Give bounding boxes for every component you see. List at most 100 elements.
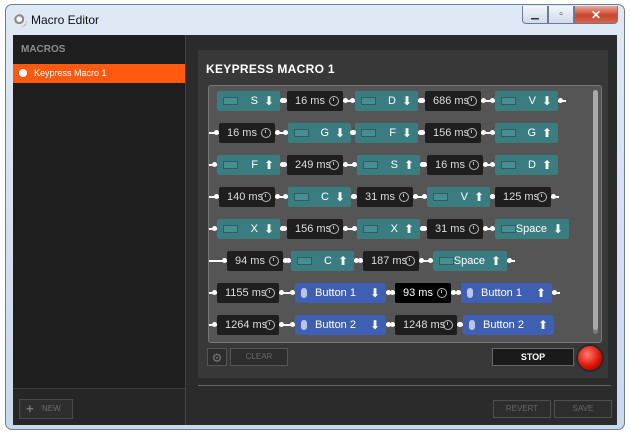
key-event-chip[interactable]: Space ⬇ bbox=[495, 219, 569, 239]
connector-dot bbox=[286, 258, 291, 263]
button-label: Button 1 bbox=[481, 287, 522, 299]
mouse-icon bbox=[301, 320, 307, 330]
sidebar-heading: MACROS bbox=[21, 44, 66, 55]
macro-editor-window: Macro Editor ▁ ▫ ✕ MACROS Keypress Macro… bbox=[5, 4, 625, 430]
scrollbar-thumb[interactable] bbox=[593, 90, 598, 330]
key-event-chip[interactable]: C ⬇ bbox=[288, 187, 351, 207]
delay-chip[interactable]: 1264 ms bbox=[217, 315, 279, 335]
arrow-up-icon: ⬆ bbox=[490, 254, 501, 268]
save-button[interactable]: SAVE bbox=[554, 400, 612, 418]
arrow-up-icon: ⬆ bbox=[541, 126, 552, 140]
keyboard-icon bbox=[433, 193, 448, 201]
delay-chip[interactable]: 31 ms bbox=[357, 187, 413, 207]
connector-dot bbox=[490, 98, 495, 103]
stop-button[interactable]: STOP bbox=[492, 348, 574, 366]
key-event-chip[interactable]: S ⬇ bbox=[217, 91, 280, 111]
record-button[interactable] bbox=[576, 344, 604, 372]
delay-chip[interactable]: 31 ms bbox=[427, 219, 483, 239]
key-event-chip[interactable]: G ⬇ bbox=[288, 123, 351, 143]
delay-chip[interactable]: 16 ms bbox=[219, 123, 275, 143]
mouse-event-chip[interactable]: Button 2 ⬇ bbox=[295, 315, 386, 335]
delay-label: 187 ms bbox=[371, 255, 408, 267]
delay-chip[interactable]: 16 ms bbox=[287, 91, 343, 111]
delay-chip[interactable]: 16 ms bbox=[427, 155, 483, 175]
mouse-event-chip[interactable]: Button 1 ⬆ bbox=[461, 283, 552, 303]
delay-chip[interactable]: 156 ms bbox=[287, 219, 343, 239]
key-event-chip[interactable]: F ⬆ bbox=[217, 155, 280, 175]
delay-chip[interactable]: 156 ms bbox=[425, 123, 481, 143]
clock-icon bbox=[467, 96, 477, 106]
new-button-label: NEW bbox=[42, 404, 61, 413]
key-event-chip[interactable]: X ⬇ bbox=[217, 219, 280, 239]
sidebar-item-label: Keypress Macro 1 bbox=[34, 68, 107, 78]
key-label: C bbox=[321, 191, 329, 203]
settings-button[interactable]: ⚙ bbox=[207, 348, 227, 366]
minimize-button[interactable]: ▁ bbox=[522, 6, 548, 24]
key-event-chip[interactable]: X ⬆ bbox=[357, 219, 420, 239]
key-event-chip[interactable]: C ⬆ bbox=[291, 251, 354, 271]
connector-dot bbox=[290, 322, 295, 327]
title-bar[interactable]: Macro Editor ▁ ▫ ✕ bbox=[6, 5, 624, 35]
scrollbar[interactable] bbox=[593, 90, 598, 334]
delay-chip[interactable]: 94 ms bbox=[227, 251, 283, 271]
connector-dot bbox=[275, 130, 280, 135]
mouse-event-chip[interactable]: Button 2 ⬆ bbox=[463, 315, 554, 335]
connector-dot bbox=[279, 290, 284, 295]
key-event-chip[interactable]: G ⬆ bbox=[495, 123, 558, 143]
close-button[interactable]: ✕ bbox=[574, 6, 618, 24]
key-event-chip[interactable]: V ⬇ bbox=[495, 91, 558, 111]
selected-dot-icon bbox=[19, 69, 27, 77]
mouse-event-chip[interactable]: Button 1 ⬇ bbox=[295, 283, 386, 303]
connector-dot bbox=[458, 322, 463, 327]
arrow-up-icon: ⬆ bbox=[473, 190, 484, 204]
delay-chip[interactable]: 686 ms bbox=[425, 91, 481, 111]
connector-dot bbox=[214, 130, 219, 135]
connector-dot bbox=[283, 130, 288, 135]
clock-icon bbox=[443, 320, 453, 330]
connector-dot bbox=[419, 258, 424, 263]
key-label: F bbox=[251, 159, 258, 171]
keyboard-icon bbox=[294, 129, 309, 137]
key-event-chip[interactable]: D ⬇ bbox=[355, 91, 418, 111]
delay-chip[interactable]: 140 ms bbox=[219, 187, 275, 207]
delay-label: 1264 ms bbox=[225, 319, 268, 331]
clock-icon bbox=[329, 96, 339, 106]
delay-label: 1248 ms bbox=[403, 319, 446, 331]
connector-dot bbox=[490, 194, 495, 199]
mouse-icon bbox=[301, 288, 307, 298]
sidebar-item-keypress-macro-1[interactable]: Keypress Macro 1 bbox=[13, 64, 185, 83]
sidebar-footer: + NEW bbox=[13, 388, 185, 425]
clear-button[interactable]: CLEAR bbox=[230, 348, 288, 366]
key-event-chip[interactable]: S ⬆ bbox=[357, 155, 420, 175]
clock-icon bbox=[405, 256, 415, 266]
key-event-chip[interactable]: V ⬆ bbox=[427, 187, 490, 207]
keyboard-icon bbox=[501, 225, 516, 233]
delay-label: 1155 ms bbox=[225, 287, 267, 299]
maximize-button[interactable]: ▫ bbox=[548, 6, 574, 24]
connector-dot bbox=[282, 162, 287, 167]
key-event-chip[interactable]: Space ⬆ bbox=[433, 251, 507, 271]
revert-button[interactable]: REVERT bbox=[493, 400, 551, 418]
key-label: G bbox=[320, 127, 329, 139]
clock-icon bbox=[399, 192, 409, 202]
arrow-up-icon: ⬆ bbox=[403, 158, 414, 172]
delay-chip[interactable]: 1155 ms bbox=[217, 283, 279, 303]
key-event-chip[interactable]: F ⬇ bbox=[355, 123, 418, 143]
connector-dot bbox=[352, 162, 357, 167]
delay-chip[interactable]: 1248 ms bbox=[395, 315, 457, 335]
event-sequence-area[interactable]: S ⬇ 16 ms D ⬇ 686 ms V ⬇ 16 ms G ⬇ F ⬇ 156 ms G ⬆ F ⬆ 249 … bbox=[208, 85, 602, 343]
delay-chip[interactable]: 93 ms bbox=[395, 283, 451, 303]
new-macro-button[interactable]: + NEW bbox=[19, 399, 73, 419]
gear-icon: ⚙ bbox=[211, 351, 223, 365]
delay-chip[interactable]: 249 ms bbox=[287, 155, 343, 175]
delay-chip[interactable]: 125 ms bbox=[495, 187, 551, 207]
window-controls: ▁ ▫ ✕ bbox=[522, 6, 618, 26]
delay-chip[interactable]: 187 ms bbox=[363, 251, 419, 271]
keyboard-icon bbox=[223, 97, 238, 105]
key-event-chip[interactable]: D ⬆ bbox=[495, 155, 558, 175]
connector-dot bbox=[483, 226, 488, 231]
keyboard-icon bbox=[501, 97, 516, 105]
clock-icon bbox=[265, 288, 275, 298]
connector-dot bbox=[222, 258, 227, 263]
connector-dot bbox=[212, 226, 217, 231]
